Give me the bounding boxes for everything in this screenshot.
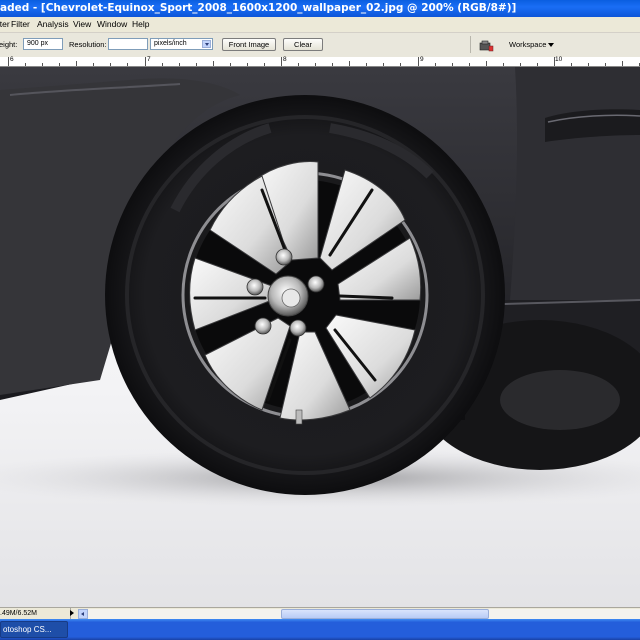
- ruler-tick: [622, 61, 624, 66]
- ruler-tick: [571, 63, 573, 66]
- height-value: 900 px: [27, 40, 49, 47]
- ruler-tick: [76, 61, 78, 66]
- ruler-tick: [25, 63, 27, 66]
- chevron-down-icon: [548, 43, 554, 47]
- ruler-tick: [127, 63, 129, 66]
- ruler-tick: [144, 57, 146, 66]
- title-bar[interactable]: aded - [Chevrolet-Equinox_Sport_2008_160…: [0, 0, 640, 17]
- ruler-tick: [605, 63, 607, 66]
- menu-item-view[interactable]: View: [73, 18, 91, 31]
- document-size: .49M/6.52M: [0, 608, 71, 619]
- clear-button[interactable]: Clear: [283, 38, 323, 51]
- ruler-tick: [281, 57, 282, 66]
- menu-item-analysis[interactable]: Analysis: [37, 18, 69, 31]
- window-title: aded - [Chevrolet-Equinox_Sport_2008_160…: [0, 2, 517, 14]
- menu-item-filter[interactable]: Filter: [11, 18, 30, 31]
- ruler-tick: [502, 63, 504, 66]
- ruler-tick: [42, 63, 44, 66]
- units-value: pixels/inch: [154, 40, 187, 47]
- ruler-tick: [349, 61, 351, 66]
- resolution-field[interactable]: [108, 38, 148, 50]
- taskbar: otoshop CS...: [0, 619, 640, 640]
- menu-item-filter-clipped[interactable]: ilter: [0, 18, 10, 31]
- options-bar: eight: 900 px Resolution: pixels/inch Fr…: [0, 33, 640, 58]
- ruler-tick: [178, 63, 180, 66]
- ruler-tick: [195, 63, 197, 66]
- ruler-tick: [417, 57, 419, 66]
- ruler-tick: [315, 63, 317, 66]
- ruler-tick: [400, 63, 402, 66]
- options-separator: [470, 36, 471, 53]
- resolution-label: Resolution:: [69, 40, 107, 49]
- ruler-tick: [229, 63, 231, 66]
- ruler-tick: [451, 63, 453, 66]
- ruler-tick: [263, 63, 265, 66]
- scroll-thumb[interactable]: [281, 609, 489, 619]
- ruler-tick: [485, 61, 487, 66]
- workspace-icon[interactable]: [479, 39, 494, 52]
- height-label: eight:: [0, 40, 18, 49]
- ruler-tick: [434, 63, 436, 66]
- ruler-tick: [298, 63, 300, 66]
- ruler-tick: [383, 63, 385, 66]
- ruler-tick: [212, 61, 214, 66]
- horizontal-scrollbar[interactable]: [78, 609, 640, 619]
- ruler-tick: [468, 63, 470, 66]
- ruler-tick: [8, 57, 9, 66]
- ruler-label: 7: [147, 56, 151, 63]
- menu-bar: ilter Filter Analysis View Window Help: [0, 17, 640, 33]
- workspace-menu[interactable]: Workspace: [502, 36, 562, 53]
- ruler-tick: [59, 63, 61, 66]
- workspace-label: Workspace: [509, 40, 547, 49]
- status-arrow-icon[interactable]: [70, 610, 74, 616]
- ruler-label: 9: [420, 56, 424, 63]
- ruler-tick: [519, 63, 521, 66]
- front-image-button[interactable]: Front Image: [222, 38, 276, 51]
- scroll-left-arrow-icon[interactable]: [78, 609, 88, 619]
- horizontal-ruler[interactable]: 6 7 8 9 10: [0, 56, 640, 67]
- taskbar-app-button[interactable]: otoshop CS...: [0, 621, 68, 638]
- menu-item-help[interactable]: Help: [132, 18, 149, 31]
- ruler-tick: [332, 63, 334, 66]
- ruler-tick: [366, 63, 368, 66]
- height-field[interactable]: 900 px: [23, 38, 63, 50]
- ruler-label: 10: [555, 56, 563, 63]
- ruler-tick: [536, 63, 538, 66]
- units-select[interactable]: pixels/inch: [150, 38, 213, 50]
- ruler-tick: [588, 63, 590, 66]
- ruler-tick: [110, 63, 112, 66]
- ruler-label: 8: [283, 56, 287, 63]
- ruler-tick: [246, 63, 248, 66]
- menu-item-window[interactable]: Window: [97, 18, 127, 31]
- ruler-tick: [161, 63, 163, 66]
- car-wheel-photo: [0, 67, 640, 508]
- ruler-tick: [93, 63, 95, 66]
- ruler-label: 6: [10, 56, 14, 63]
- chevron-down-icon[interactable]: [202, 40, 211, 48]
- document-canvas[interactable]: [0, 67, 640, 607]
